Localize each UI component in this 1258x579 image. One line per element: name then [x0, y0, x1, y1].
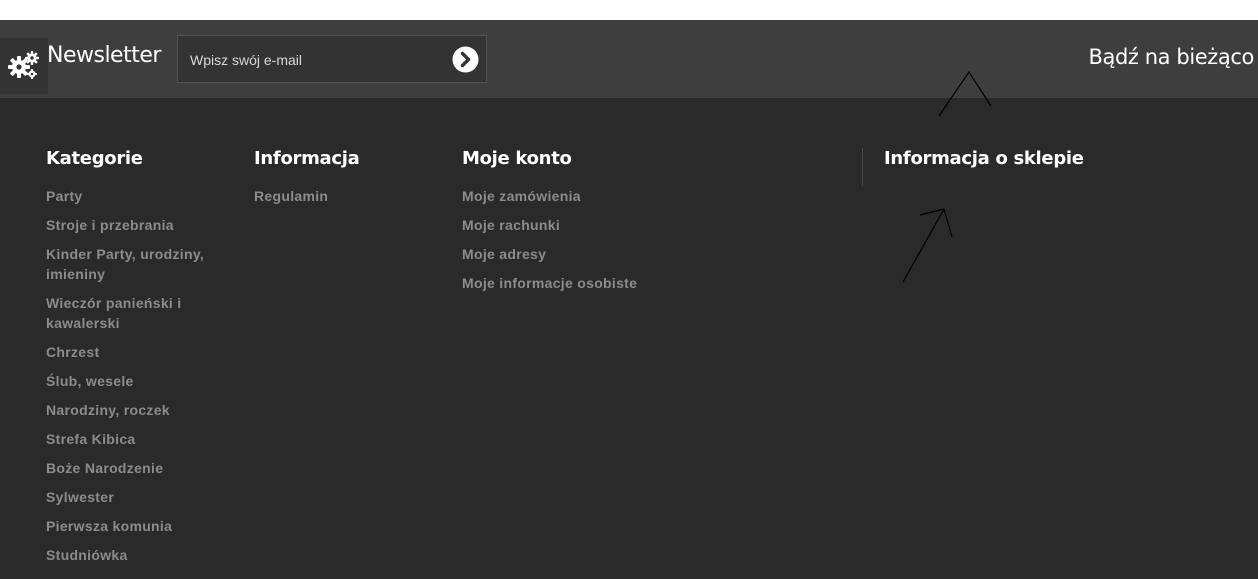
account-link-invoices[interactable]: Moje rachunki	[462, 215, 702, 235]
newsletter-form	[177, 35, 487, 83]
category-link[interactable]: Narodziny, roczek	[46, 400, 221, 420]
newsletter-submit-button[interactable]	[452, 46, 479, 73]
annotation-arrow-shop-info	[902, 208, 953, 283]
chevron-right-circle-icon	[452, 46, 479, 73]
page: Newsletter Bądź na bieżąco Kategorie Par…	[0, 0, 1258, 579]
newsletter-title: Newsletter	[47, 43, 161, 68]
footer-column-categories: Kategorie Party Stroje i przebrania Kind…	[46, 148, 221, 574]
account-link-addresses[interactable]: Moje adresy	[462, 244, 702, 264]
footer-heading-shop-info: Informacja o sklepie	[884, 148, 1084, 169]
category-link[interactable]: Boże Narodzenie	[46, 458, 221, 478]
annotation-arrow-tagline	[938, 70, 992, 117]
category-link[interactable]: Party	[46, 186, 221, 206]
settings-button[interactable]	[0, 38, 48, 94]
account-link-orders[interactable]: Moje zamówienia	[462, 186, 702, 206]
category-link[interactable]: Wieczór panieński i kawalerski	[46, 293, 221, 333]
footer-column-information: Informacja Regulamin	[254, 148, 434, 215]
account-list: Moje zamówienia Moje rachunki Moje adres…	[462, 186, 702, 293]
category-link[interactable]: Strefa Kibica	[46, 429, 221, 449]
category-link[interactable]: Ślub, wesele	[46, 371, 221, 391]
information-link-regulamin[interactable]: Regulamin	[254, 186, 434, 206]
category-link[interactable]: Stroje i przebrania	[46, 215, 221, 235]
footer-heading-information: Informacja	[254, 148, 360, 169]
column-divider	[862, 148, 863, 186]
footer-column-shop-info: Informacja o sklepie	[884, 148, 1184, 186]
category-link[interactable]: Studniówka	[46, 545, 221, 565]
information-list: Regulamin	[254, 186, 434, 206]
category-link[interactable]: Kinder Party, urodziny, imieniny	[46, 244, 221, 284]
category-link[interactable]: Chrzest	[46, 342, 221, 362]
top-strip	[0, 0, 1258, 20]
categories-list: Party Stroje i przebrania Kinder Party, …	[46, 186, 221, 565]
footer-heading-account: Moje konto	[462, 148, 572, 169]
footer: Kategorie Party Stroje i przebrania Kind…	[0, 98, 1258, 579]
email-input[interactable]	[190, 48, 440, 72]
newsletter-tagline: Bądź na bieżąco	[1088, 45, 1254, 69]
gears-icon	[8, 51, 39, 79]
category-link[interactable]: Sylwester	[46, 487, 221, 507]
footer-heading-categories: Kategorie	[46, 148, 143, 169]
category-link[interactable]: Pierwsza komunia	[46, 516, 221, 536]
account-link-personal-info[interactable]: Moje informacje osobiste	[462, 273, 702, 293]
footer-column-account: Moje konto Moje zamówienia Moje rachunki…	[462, 148, 702, 302]
